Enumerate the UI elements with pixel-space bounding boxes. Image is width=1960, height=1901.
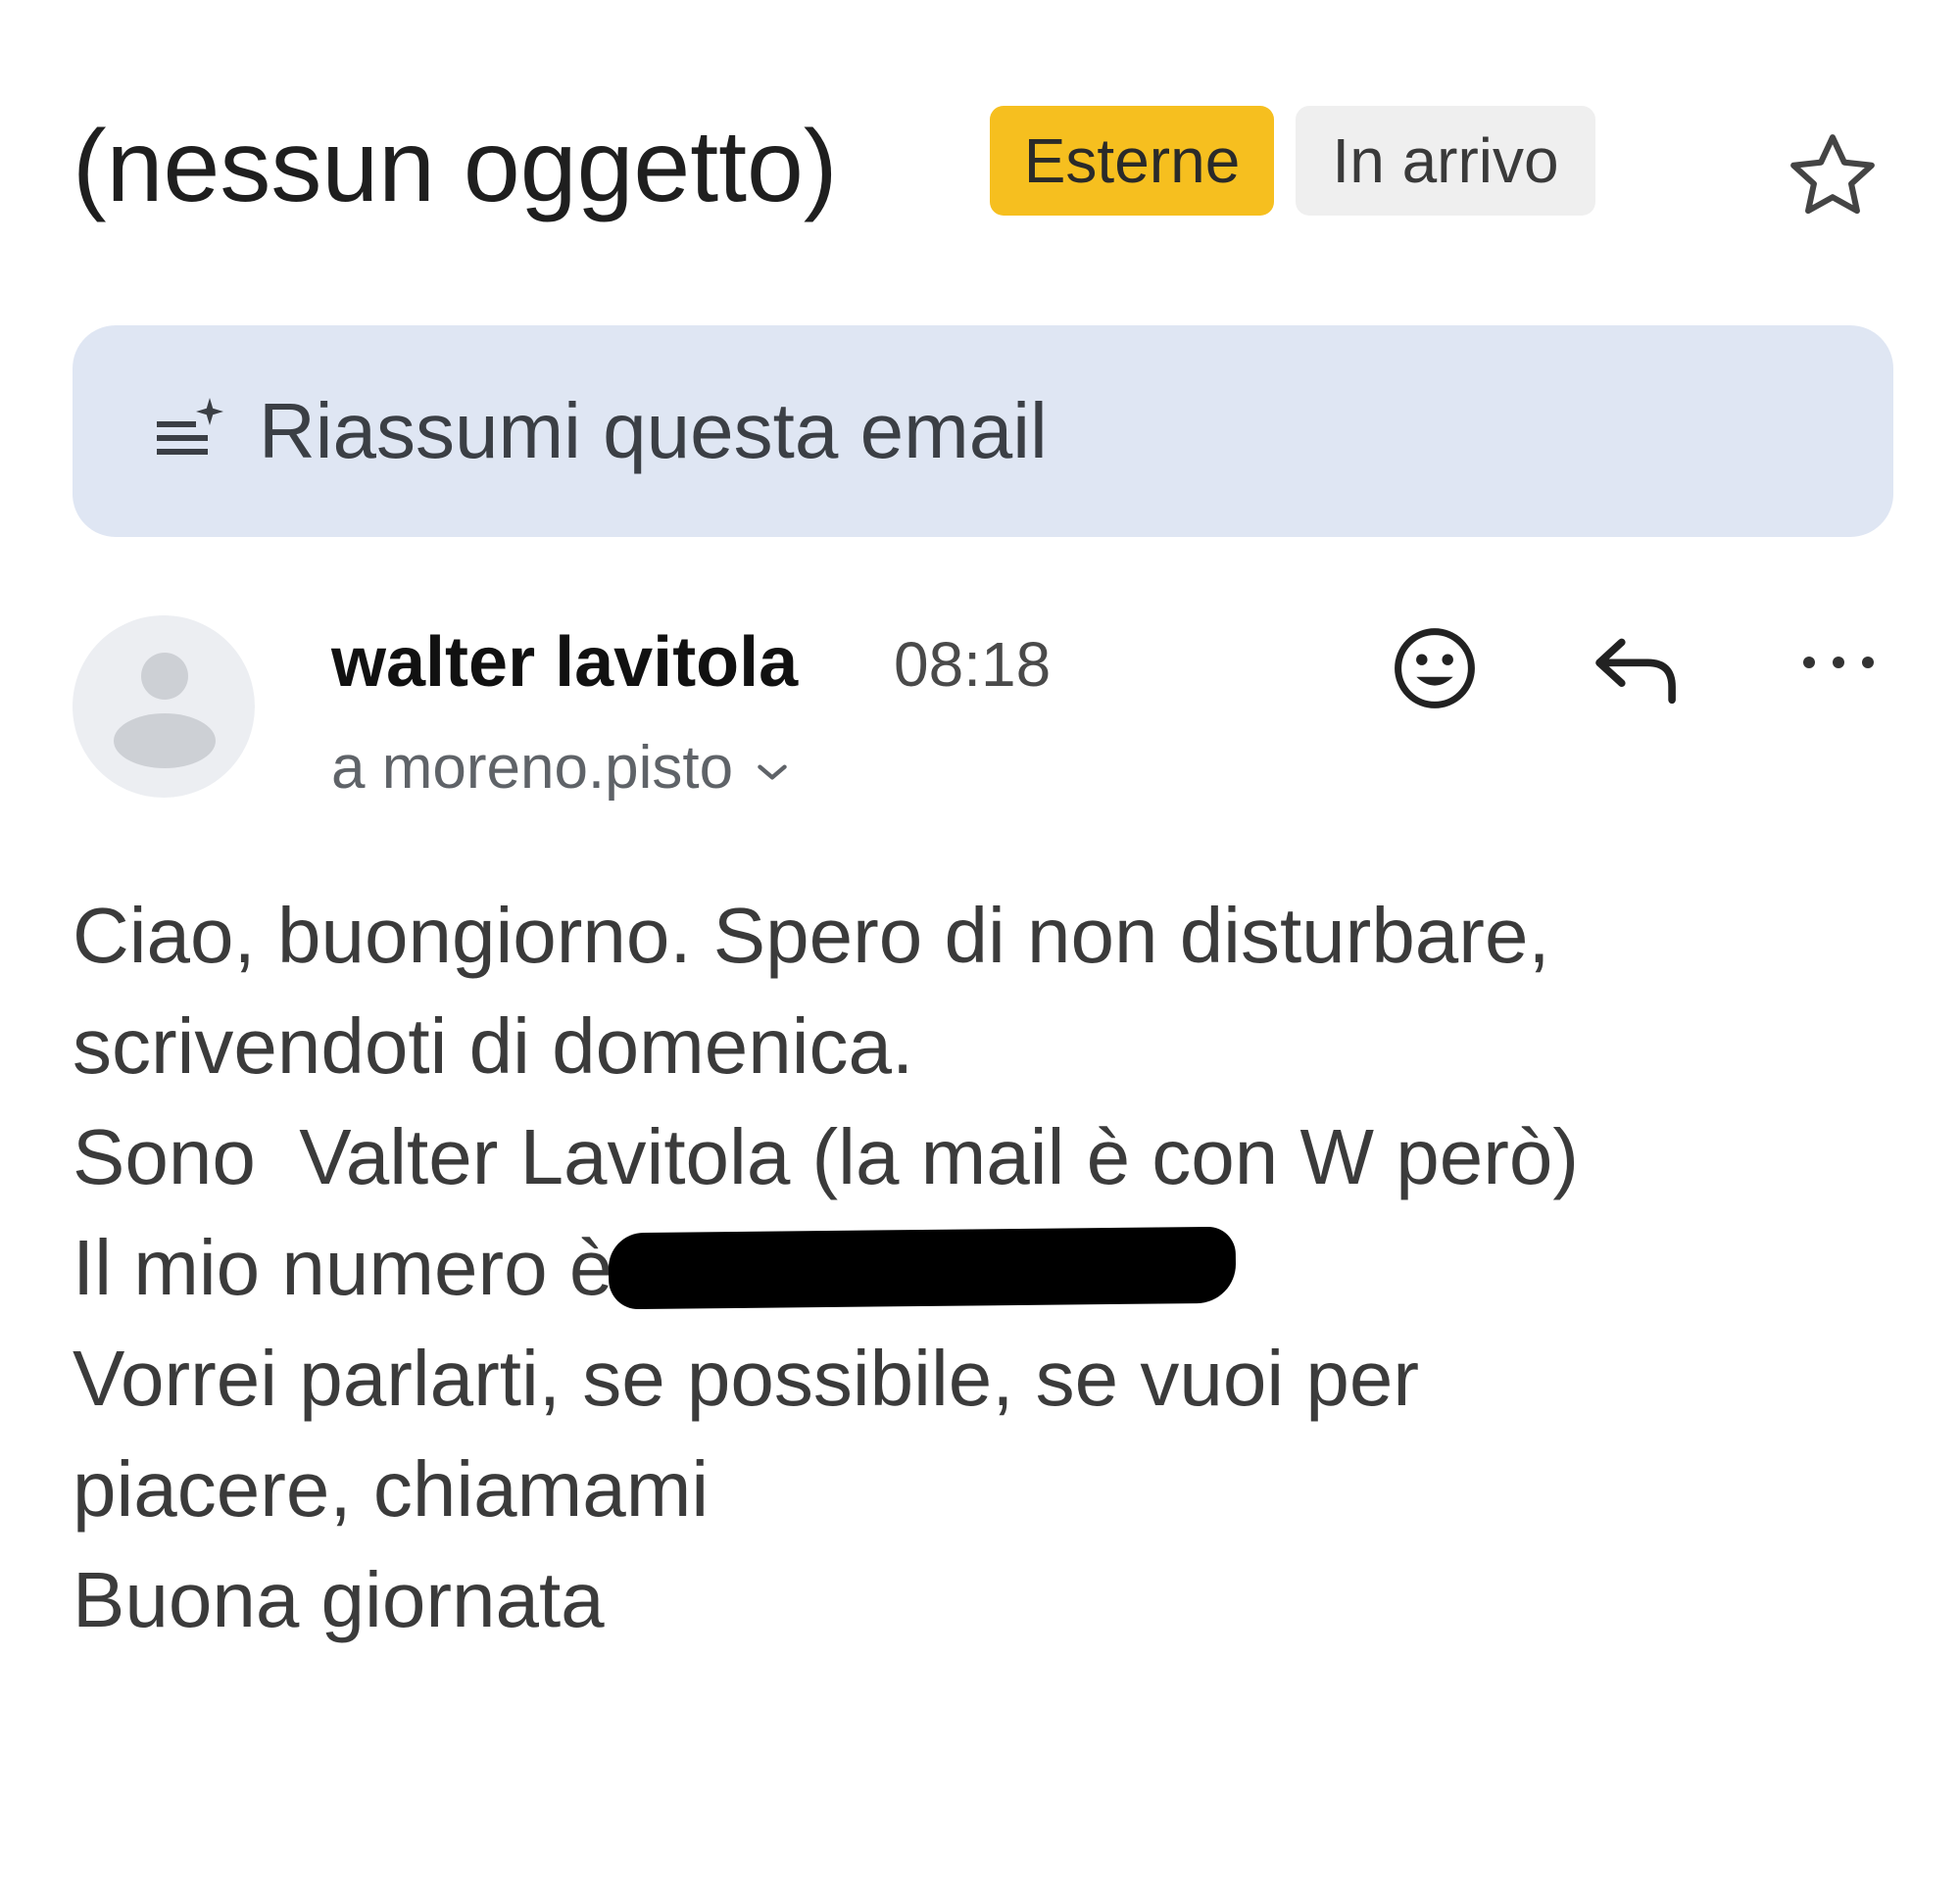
message-time: 08:18 xyxy=(894,629,1052,700)
chevron-down-icon xyxy=(758,764,787,780)
body-line: Ciao, buongiorno. Spero di non disturbar… xyxy=(73,892,1550,979)
email-subject: (nessun oggetto) xyxy=(73,110,838,223)
recipient-label: a moreno.pisto xyxy=(331,734,734,802)
recipient-details-toggle[interactable]: a moreno.pisto xyxy=(331,731,790,805)
avatar[interactable] xyxy=(73,615,255,798)
star-icon[interactable] xyxy=(1782,125,1884,227)
body-line: Vorrei parlarti, se possibile, se vuoi p… xyxy=(73,1335,1419,1422)
reply-icon[interactable] xyxy=(1592,631,1682,706)
message-body: Ciao, buongiorno. Spero di non disturbar… xyxy=(73,880,1895,1655)
summarize-email-button[interactable]: Riassumi questa email xyxy=(73,325,1893,537)
phone-intro-text: Il mio numero è xyxy=(73,1224,613,1311)
label-chip-in-arrivo[interactable]: In arrivo xyxy=(1296,106,1595,216)
emoji-reaction-icon[interactable] xyxy=(1392,625,1478,711)
avatar-head-shape xyxy=(141,653,188,700)
body-line: piacere, chiamami xyxy=(73,1445,710,1533)
more-options-icon[interactable] xyxy=(1799,651,1878,674)
sender-name[interactable]: walter lavitola xyxy=(331,623,798,702)
summarize-email-label: Riassumi questa email xyxy=(259,387,1048,474)
redaction-mark xyxy=(608,1226,1237,1310)
body-line: Sono Valter Lavitola (la mail è con W pe… xyxy=(73,1113,1579,1200)
body-line: Buona giornata xyxy=(73,1556,605,1643)
avatar-body-shape xyxy=(114,713,216,768)
body-line-phone: Il mio numero è xyxy=(73,1212,1895,1323)
body-line: scrivendoti di domenica. xyxy=(73,1002,914,1090)
label-chip-esterne[interactable]: Esterne xyxy=(990,106,1274,216)
summarize-sparkle-icon xyxy=(157,398,223,455)
